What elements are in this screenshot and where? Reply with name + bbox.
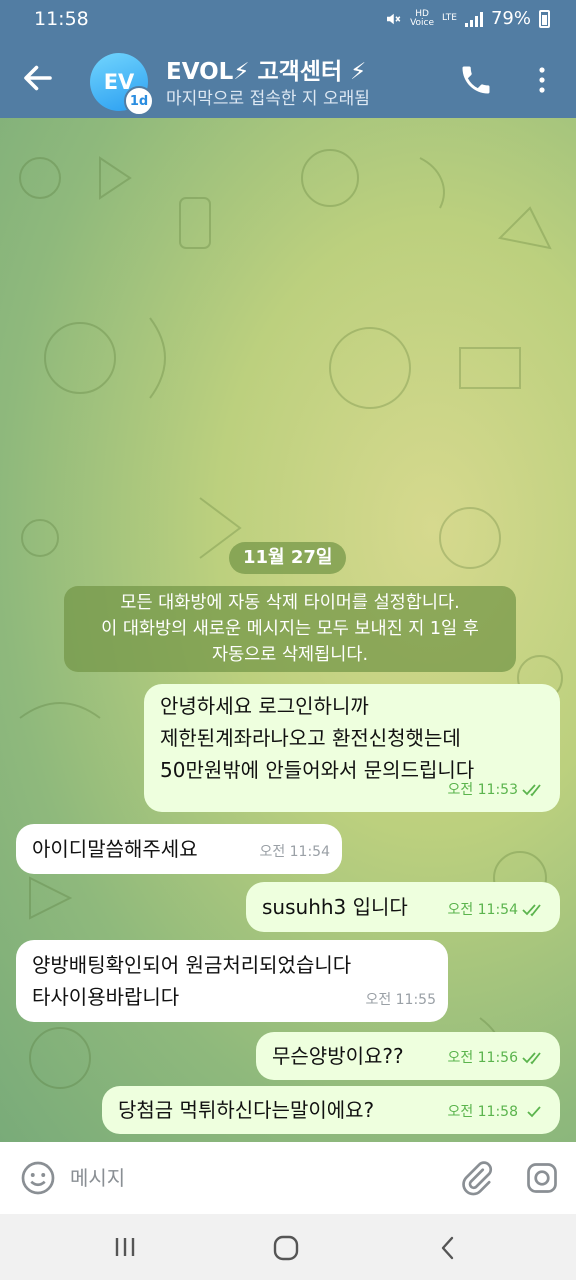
message-bubble-incoming[interactable]: 양방배팅확인되어 원금처리되었습니다 타사이용바랍니다 오전 11:55 <box>16 940 448 1022</box>
message-meta: 오전 11:55 <box>365 984 436 1016</box>
message-input-bar <box>0 1142 576 1214</box>
chat-header: EV 1d EVOL⚡ 고객센터 ⚡ 마지막으로 접속한 지 오래됨 <box>0 40 576 118</box>
status-bar: 11:58 HD Voice LTE 79% <box>0 0 576 40</box>
message-time: 오전 11:54 <box>259 844 330 860</box>
status-icons: HD Voice LTE 79% <box>384 8 550 29</box>
double-check-icon <box>522 1052 541 1065</box>
date-separator: 11월 27일 <box>229 542 347 574</box>
last-seen-status: 마지막으로 접속한 지 오래됨 <box>166 89 370 109</box>
message-bubble-incoming[interactable]: 아이디말씀해주세요 오전 11:54 <box>16 824 342 874</box>
chat-area[interactable]: 11월 27일 모든 대화방에 자동 삭제 타이머를 설정합니다. 이 대화방의… <box>0 118 576 1142</box>
phone-icon[interactable] <box>458 62 494 98</box>
message-bubble-outgoing[interactable]: 무슨양방이요?? 오전 11:56 <box>256 1032 560 1080</box>
battery-percent: 79% <box>490 8 531 29</box>
status-time: 11:58 <box>34 8 89 30</box>
system-nav-bar <box>0 1214 576 1280</box>
message-time: 오전 11:58 <box>447 1104 518 1120</box>
double-check-icon <box>522 904 541 917</box>
message-bubble-outgoing[interactable]: 당첨금 먹튀하신다는말이에요? 오전 11:58 <box>102 1086 560 1134</box>
message-meta: 오전 11:54 <box>447 894 548 926</box>
camera-icon[interactable] <box>524 1160 560 1196</box>
emoji-icon[interactable] <box>20 1160 56 1196</box>
message-input[interactable] <box>70 1162 430 1194</box>
recent-apps-icon[interactable] <box>110 1234 140 1260</box>
more-vert-icon[interactable] <box>528 62 556 98</box>
message-time: 오전 11:55 <box>365 992 436 1008</box>
message-meta: 오전 11:53 <box>447 774 548 806</box>
signal-icon <box>464 11 483 27</box>
single-check-icon <box>527 1106 541 1118</box>
message-time: 오전 11:56 <box>447 1050 518 1066</box>
message-bubble-outgoing[interactable]: 안녕하세요 로그인하니까 제한된계좌라나오고 환전신청햇는데 50만원밖에 안들… <box>144 684 560 812</box>
back-arrow-icon[interactable] <box>20 60 56 96</box>
message-meta: 오전 11:56 <box>447 1042 548 1074</box>
message-time: 오전 11:53 <box>447 782 518 798</box>
message-meta: 오전 11:54 <box>259 836 330 868</box>
message-text: 안녕하세요 로그인하니까 제한된계좌라나오고 환전신청햇는데 50만원밖에 안들… <box>160 694 475 782</box>
mute-icon <box>387 13 401 24</box>
attach-icon[interactable] <box>458 1160 494 1196</box>
service-message: 모든 대화방에 자동 삭제 타이머를 설정합니다. 이 대화방의 새로운 메시지… <box>64 586 516 672</box>
message-bubble-outgoing[interactable]: susuhh3 입니다 오전 11:54 <box>246 882 560 932</box>
message-meta: 오전 11:58 <box>447 1096 548 1128</box>
message-time: 오전 11:54 <box>447 902 518 918</box>
network-type: LTE <box>442 13 457 23</box>
home-icon[interactable] <box>272 1234 300 1262</box>
double-check-icon <box>522 784 541 797</box>
auto-delete-badge: 1d <box>124 86 154 116</box>
chat-title[interactable]: EVOL⚡ 고객센터 ⚡ <box>166 52 366 86</box>
nav-back-icon[interactable] <box>436 1234 460 1262</box>
battery-icon <box>539 9 550 28</box>
volte-indicator: HD Voice <box>410 8 435 28</box>
